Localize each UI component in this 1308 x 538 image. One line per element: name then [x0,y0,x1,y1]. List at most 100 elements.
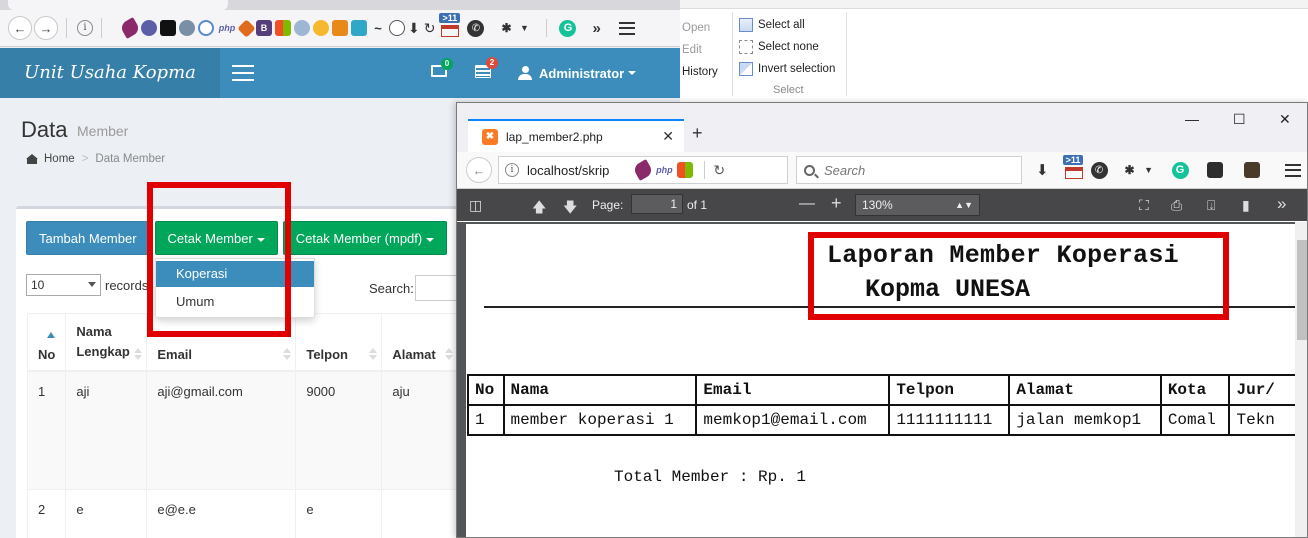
save-icon[interactable]: ⍗ [1207,197,1215,214]
reload-icon[interactable]: ↻ [424,20,436,37]
info-icon[interactable]: i [77,20,93,36]
updown-arrow-icon: ▲▼ [955,200,973,210]
clock-icon[interactable] [389,20,405,36]
search-label: Search: [369,281,414,296]
print-member-mpdf-button[interactable]: Cetak Member (mpdf) [282,221,448,255]
select-all-button[interactable]: Select all [739,14,835,36]
flag-extension-icon[interactable] [160,20,176,36]
page-number-input[interactable]: 1 [631,194,683,214]
grammarly-icon[interactable]: G [559,19,577,37]
col-alamat[interactable]: Alamat [381,313,459,372]
diamond-extension-icon[interactable] [237,18,256,38]
arrow-right-icon: → [39,20,53,36]
add-member-button[interactable]: Tambah Member [26,221,150,255]
zoom-in-icon[interactable]: + [831,193,842,214]
php-extension-icon[interactable]: php [654,162,674,178]
sort-icon [283,348,292,360]
ribbon-history[interactable]: History [682,61,718,83]
grammarly-icon[interactable]: G [1171,161,1189,179]
bug-icon[interactable]: ✱ [498,20,514,36]
zoom-select[interactable]: 130% ▲▼ [855,194,980,216]
select-all-label: Select all [758,19,805,31]
square-extension-icon[interactable] [351,20,367,36]
invert-selection-button[interactable]: Invert selection [739,58,835,80]
avatar-extension-icon[interactable] [1243,162,1260,178]
page-length-select[interactable]: 10 [26,274,101,296]
calendar-badge-icon[interactable]: >11 [1062,155,1085,179]
ribbon-open[interactable]: Open [682,17,718,39]
user-menu[interactable]: Administrator [518,48,637,98]
table-cell: aji [65,370,148,490]
pdf-tab[interactable]: ✖ lap_member2.php ✕ [468,119,684,152]
print-icon[interactable]: ⎙ [1171,197,1182,214]
download-icon[interactable]: ⬇ [1036,161,1049,179]
breadcrumb-home[interactable]: Home [44,153,75,165]
download-icon[interactable]: ⬇ [408,20,420,37]
search-bar[interactable]: Search [796,156,1022,184]
reload-icon[interactable]: ↻ [713,162,725,179]
dropdown-arrow-icon[interactable]: ▼ [1141,162,1157,178]
report-col-nama: Nama [502,374,698,406]
dropdown-arrow-icon[interactable]: ▼ [517,20,531,36]
close-window-icon[interactable]: ✕ [1279,111,1291,128]
left-active-tab[interactable] [8,0,228,10]
table-row: 2 e e@e.e e A ( [26,488,499,538]
hamburger-menu-icon[interactable] [1284,163,1301,177]
mail-count-badge: 0 [441,58,453,70]
wappalyzer-icon[interactable] [179,20,195,36]
shield-extension-icon[interactable] [332,20,348,36]
back-button[interactable]: ← [466,157,492,183]
camera-extension-icon[interactable] [1206,162,1223,178]
close-tab-icon[interactable]: ✕ [662,128,674,145]
url-bar[interactable]: i localhost/skrip php ↻ [498,156,788,184]
bookmark-icon[interactable]: ▮ [1242,197,1250,214]
col-telpon[interactable]: Telpon [295,313,383,372]
report-cell: memkop1@email.com [695,404,891,436]
new-tab-icon[interactable]: + [692,123,703,144]
select-none-label: Select none [758,41,819,53]
tilde-icon[interactable]: ~ [370,20,386,36]
whatsapp-icon[interactable]: ✆ [467,19,485,37]
bug-icon[interactable]: ✱ [1122,162,1138,178]
pdf-scrollbar[interactable] [1295,222,1307,537]
envelope-icon[interactable]: 0 [431,58,453,77]
overflow-chevron-icon[interactable]: » [592,20,600,37]
back-button[interactable]: ← [8,16,32,40]
ribbon-select-group: Select all Select none Invert selection [739,14,835,80]
ribbon-edit[interactable]: Edit [682,39,718,61]
maximize-icon[interactable]: ☐ [1233,111,1246,128]
next-page-icon[interactable]: 🡇 [563,197,577,221]
whatsapp-icon[interactable]: ✆ [1090,161,1108,179]
info-icon[interactable]: i [505,163,519,177]
report-col-email: Email [695,374,891,406]
report-col-kota: Kota [1159,374,1231,406]
select-none-button[interactable]: Select none [739,36,835,58]
notification-list-icon[interactable]: 2 [475,57,498,78]
eggplant-icon[interactable] [632,159,655,181]
calendar-badge-icon[interactable]: >11 [439,13,461,37]
zoom-out-icon[interactable]: — [799,195,815,213]
caret-down-icon [426,237,435,242]
minimize-icon[interactable]: — [1185,111,1199,127]
sidebar-toggle-icon[interactable] [232,65,254,81]
globe-icon[interactable] [294,20,310,36]
target-extension-icon[interactable] [198,20,214,36]
fullscreen-icon[interactable]: ⛶ [1139,197,1149,214]
sun-icon[interactable] [313,20,329,36]
forward-button[interactable]: → [34,16,58,40]
hamburger-menu-icon[interactable] [618,21,635,35]
windows-icon[interactable] [275,20,291,36]
previous-page-icon[interactable]: 🡅 [532,197,546,221]
bootstrap-icon[interactable]: B [256,20,272,36]
circle-extension-icon[interactable] [141,20,157,36]
sidebar-toggle-icon[interactable]: ◫ [469,197,482,214]
php-extension-icon[interactable]: php [217,20,237,36]
col-no[interactable]: No [26,313,67,372]
more-tools-icon[interactable]: » [1277,194,1286,214]
brand-logo[interactable]: Unit Usaha Kopma [0,48,220,98]
scrollbar-thumb[interactable] [1297,240,1307,340]
windows-icon[interactable] [677,162,694,178]
eggplant-icon[interactable] [119,17,141,39]
col-nama[interactable]: Nama Lengkap [65,313,148,372]
page-title: Data [21,117,68,142]
